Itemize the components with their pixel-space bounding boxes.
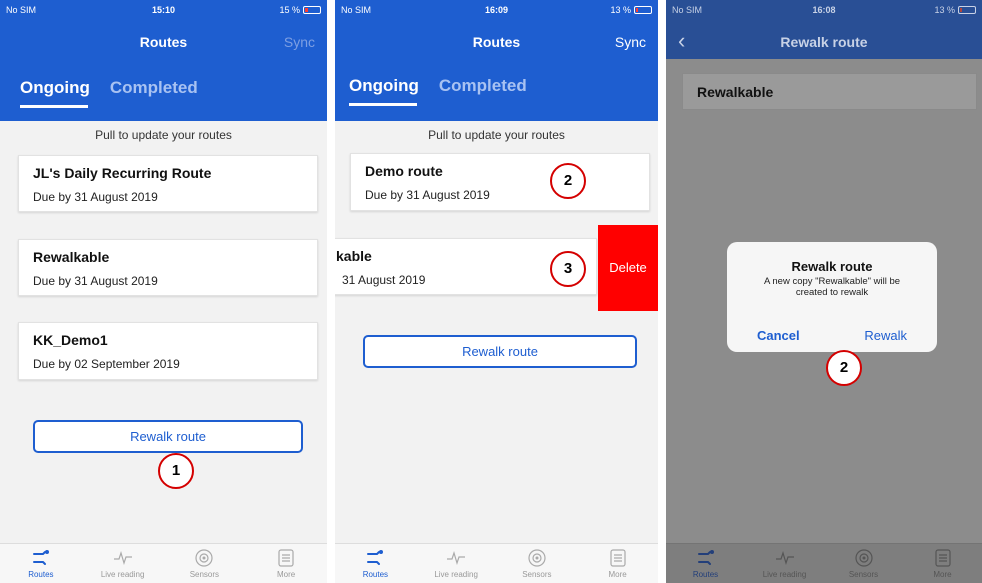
route-card[interactable]: Demo route Due by 31 August 2019	[350, 153, 650, 211]
tabbar-label: Sensors	[189, 570, 220, 579]
battery-icon	[634, 6, 652, 14]
tabbar-item-sensors[interactable]: Sensors	[497, 544, 578, 583]
tabbar-item-more[interactable]: More	[245, 544, 327, 583]
header: No SIM 16:09 13 % Routes Sync Ongoing Co…	[335, 0, 658, 121]
menu-icon	[934, 549, 951, 567]
rewalk-confirm-dialog: Rewalk route A new copy "Rewalkable" wil…	[727, 242, 937, 352]
rewalk-confirm-button[interactable]: Rewalk	[864, 328, 907, 343]
cancel-button[interactable]: Cancel	[757, 328, 800, 343]
tabbar-label: Routes	[362, 570, 389, 579]
sensor-icon	[195, 549, 213, 567]
tabbar-item-routes[interactable]: Routes	[666, 544, 745, 583]
pulse-icon	[447, 551, 466, 565]
tab-completed[interactable]: Completed	[439, 76, 527, 106]
tabbar-item-live-reading[interactable]: Live reading	[82, 544, 164, 583]
status-right: 13 %	[934, 5, 976, 15]
route-due-date: Due by 31 August 2019	[33, 274, 158, 288]
tabbar-label: Live reading	[434, 570, 478, 579]
screen-rewalk-route: No SIM 16:08 13 % ‹ Rewalk route Rewalka…	[666, 0, 982, 583]
status-bar: No SIM 16:09 13 %	[335, 4, 658, 18]
route-tabs: Ongoing Completed	[349, 76, 527, 106]
page-title: Routes	[139, 34, 188, 50]
battery-label: 13 %	[934, 5, 955, 15]
tabbar-item-routes[interactable]: Routes	[0, 544, 82, 583]
tabbar-label: Live reading	[762, 570, 807, 579]
dialog-title: Rewalk route	[791, 259, 873, 274]
route-tabs: Ongoing Completed	[20, 78, 198, 108]
sensor-icon	[854, 549, 873, 567]
delete-button[interactable]: Delete	[598, 225, 658, 311]
tab-completed[interactable]: Completed	[110, 78, 198, 108]
tabbar-item-live-reading[interactable]: Live reading	[416, 544, 497, 583]
routes-icon	[697, 550, 714, 565]
bottom-tab-bar: Routes Live reading Sensors More	[335, 543, 658, 583]
battery-label: 13 %	[610, 5, 631, 15]
tabbar-label: Sensors	[522, 570, 552, 579]
sync-button[interactable]: Sync	[615, 34, 646, 50]
pull-to-refresh-hint: Pull to update your routes	[428, 128, 565, 142]
route-due-date: Due by 31 August 2019	[365, 188, 490, 202]
status-right: 15 %	[279, 5, 321, 15]
tab-ongoing[interactable]: Ongoing	[20, 78, 90, 108]
routes-icon	[367, 550, 384, 565]
tabbar-item-more[interactable]: More	[577, 544, 658, 583]
battery-label: 15 %	[279, 5, 300, 15]
route-name: Demo route	[365, 163, 443, 179]
route-name-field[interactable]: Rewalkable	[682, 73, 977, 110]
clock: 15:10	[151, 5, 176, 15]
pull-to-refresh-hint: Pull to update your routes	[95, 128, 232, 142]
step-marker: 2	[826, 350, 862, 386]
status-bar: No SIM 16:08 13 %	[666, 4, 982, 18]
menu-icon	[278, 549, 294, 567]
tabbar-item-more[interactable]: More	[903, 544, 982, 583]
tabbar-item-sensors[interactable]: Sensors	[824, 544, 903, 583]
tabbar-item-live-reading[interactable]: Live reading	[745, 544, 824, 583]
screen-routes-swipe-delete: No SIM 16:09 13 % Routes Sync Ongoing Co…	[335, 0, 658, 583]
tab-ongoing[interactable]: Ongoing	[349, 76, 419, 106]
header: No SIM 16:08 13 % ‹ Rewalk route	[666, 0, 982, 59]
tabbar-item-routes[interactable]: Routes	[335, 544, 416, 583]
route-due-date: Due by 02 September 2019	[33, 357, 180, 371]
tabbar-label: Routes	[692, 570, 719, 579]
sensor-icon	[528, 549, 546, 567]
status-bar: No SIM 15:10 15 %	[0, 4, 327, 18]
dialog-message: A new copy "Rewalkable" will be created …	[763, 276, 901, 298]
route-name-value: Rewalkable	[697, 84, 774, 100]
header: No SIM 15:10 15 % Routes Sync Ongoing Co…	[0, 0, 327, 121]
pulse-icon	[775, 551, 794, 565]
menu-icon	[610, 549, 626, 567]
tabbar-label: More	[608, 570, 627, 579]
tabbar-label: More	[933, 570, 952, 579]
route-name: JL's Daily Recurring Route	[33, 165, 212, 181]
step-marker: 3	[550, 251, 586, 287]
route-name: KK_Demo1	[33, 332, 108, 348]
page-title: Routes	[472, 34, 521, 50]
tabbar-label: Routes	[28, 570, 54, 579]
battery-icon	[958, 6, 976, 14]
screen-routes-ongoing: No SIM 15:10 15 % Routes Sync Ongoing Co…	[0, 0, 327, 583]
tabbar-label: Sensors	[848, 570, 879, 579]
status-right: 13 %	[610, 5, 652, 15]
tabbar-item-sensors[interactable]: Sensors	[164, 544, 246, 583]
route-name: Rewalkable	[33, 249, 110, 265]
bottom-tab-bar: Routes Live reading Sensors More	[0, 543, 327, 583]
route-due-date: Due by 31 August 2019	[33, 190, 158, 204]
step-marker: 2	[550, 163, 586, 199]
battery-icon	[303, 6, 321, 14]
sync-button[interactable]: Sync	[284, 34, 315, 50]
route-card[interactable]: KK_Demo1 Due by 02 September 2019	[18, 322, 318, 380]
step-marker: 1	[158, 453, 194, 489]
route-due-date: 31 August 2019	[342, 273, 426, 287]
route-name: kable	[336, 248, 372, 264]
rewalk-route-button[interactable]: Rewalk route	[33, 420, 303, 453]
tabbar-label: Live reading	[100, 570, 145, 579]
page-title: Rewalk route	[780, 34, 868, 50]
routes-icon	[32, 550, 49, 565]
route-card[interactable]: Rewalkable Due by 31 August 2019	[18, 239, 318, 296]
pulse-icon	[113, 551, 132, 565]
tabbar-label: More	[277, 570, 296, 579]
bottom-tab-bar: Routes Live reading Sensors More	[666, 543, 982, 583]
route-card[interactable]: JL's Daily Recurring Route Due by 31 Aug…	[18, 155, 318, 212]
rewalk-route-button[interactable]: Rewalk route	[363, 335, 637, 368]
